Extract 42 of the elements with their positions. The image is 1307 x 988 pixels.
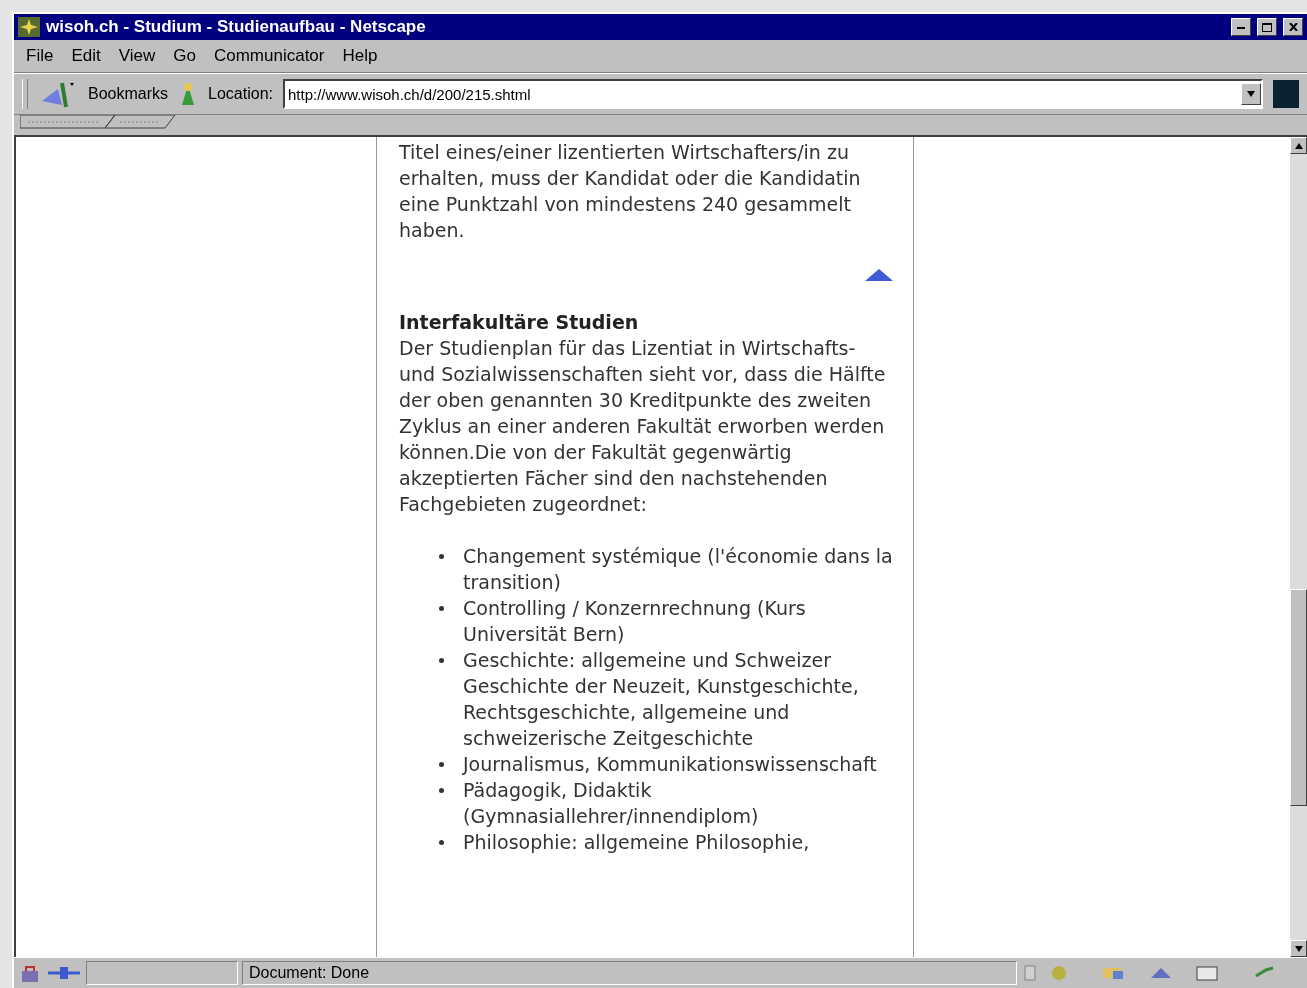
caret-down-icon: [1294, 945, 1303, 952]
minimize-icon: [1237, 25, 1245, 29]
section-heading: Interfakultäre Studien: [399, 310, 640, 335]
back-to-top-icon[interactable]: [865, 269, 893, 281]
bullet-icon: [439, 658, 444, 663]
caret-down-icon: [1247, 91, 1255, 97]
menu-item[interactable]: Help: [342, 46, 378, 66]
scrollbar[interactable]: [1290, 137, 1307, 957]
location-label: Location:: [208, 85, 273, 103]
list-item: Pädagogik, Didaktik (Gymnasiallehrer/innendiplom): [463, 777, 893, 829]
browser-logo-icon: [18, 17, 40, 37]
menu-item[interactable]: Go: [173, 46, 196, 66]
list-item: Geschichte: allgemeine und Schweizer Geschichte der Neuzeit, Kunstgeschichte, Rechtsgeschichte, allgemeine und schweizerische Zeitgeschichte: [463, 647, 893, 751]
bookmarks-button[interactable]: Bookmarks: [88, 85, 169, 103]
maximize-button[interactable]: [1257, 18, 1277, 36]
scroll-up-button[interactable]: [1290, 137, 1307, 154]
menu-item[interactable]: File: [26, 46, 54, 66]
list-item: Journalismus, Kommunikationswissenschaft: [463, 751, 893, 777]
window-title: wisoh.ch - Studium - Studienaufbau - Netscape: [46, 17, 427, 37]
list-item: Philosophie: allgemeine Philosophie,: [463, 829, 893, 855]
bullet-icon: [439, 606, 444, 611]
close-button[interactable]: [1283, 18, 1303, 36]
dropdown-button[interactable]: [1241, 83, 1261, 105]
status-text: Document: Done: [248, 964, 371, 982]
bullet-icon: [439, 554, 444, 559]
close-icon: [1288, 23, 1298, 31]
list-item: Changement systémique (l'économie dans la transition): [463, 543, 893, 595]
location-field[interactable]: http://www.wisoh.ch/d/200/215.shtml: [282, 79, 1263, 109]
bullet-icon: [439, 840, 444, 845]
menu-item[interactable]: View: [118, 46, 156, 66]
list-item: Controlling / Konzernrechnung (Kurs Universität Bern): [463, 595, 893, 647]
caret-up-icon: [1294, 142, 1303, 149]
paragraph: Der Studienplan für das Lizentiat in Wirtschafts- und Sozialwissenschaften sieht vor, dass die Hälfte der oben genannten 30 Kreditpunkte des zweiten Zyklus an einer anderen Fakultät erworben werden können.Die von der Fakultät gegenwärtig akzeptierten Fächer sind den nachstehenden Fachgebieten zugeordnet:: [399, 336, 887, 517]
menu-item[interactable]: Communicator: [213, 46, 325, 66]
menu-item[interactable]: Edit: [71, 46, 101, 66]
minimize-button[interactable]: [1231, 18, 1251, 36]
scroll-down-button[interactable]: [1290, 940, 1307, 957]
bullet-icon: [439, 788, 444, 793]
maximize-icon: [1262, 22, 1272, 32]
scroll-thumb[interactable]: [1290, 589, 1307, 806]
bullet-icon: [439, 762, 444, 767]
paragraph: Titel eines/einer lizentierten Wirtschafters/in zu erhalten, muss der Kandidat oder die Kandidatin eine Punktzahl von mindestens 240 gesammelt haben.: [399, 140, 862, 243]
